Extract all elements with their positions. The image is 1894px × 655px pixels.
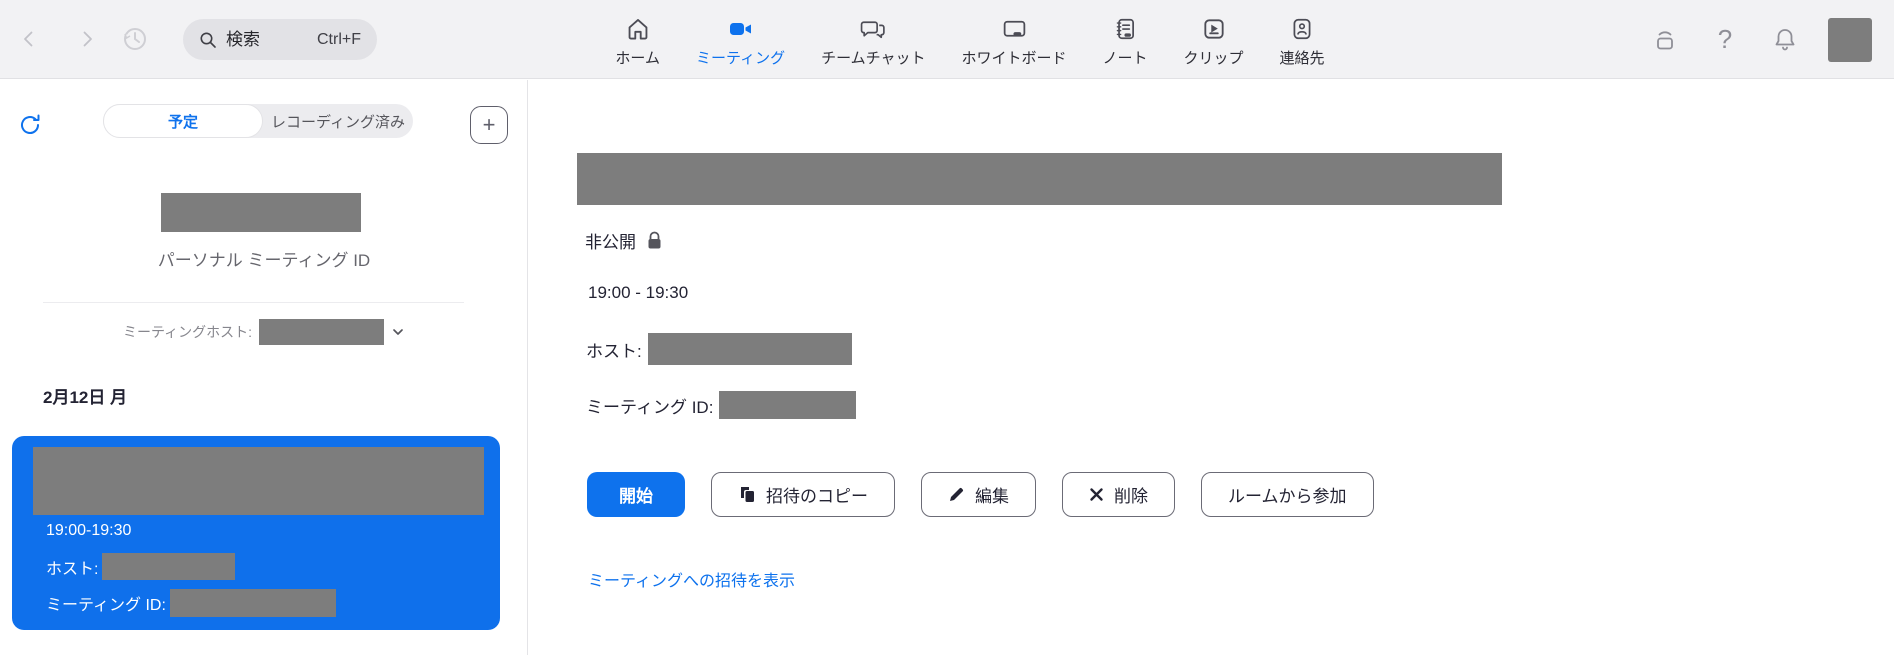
tab-clips-label: クリップ <box>1184 47 1244 68</box>
show-meeting-invitation-link[interactable]: ミーティングへの招待を表示 <box>588 567 795 591</box>
redacted-meeting-id <box>719 391 856 419</box>
top-bar: Ctrl+F ホーム ミーティング <box>0 0 1894 79</box>
lock-icon <box>646 231 663 250</box>
chevron-right-icon <box>77 29 97 49</box>
meeting-card-time: 19:00-19:30 <box>46 522 131 540</box>
chevron-left-icon <box>19 29 39 49</box>
divider <box>43 302 464 303</box>
tab-notes-label: ノート <box>1103 47 1148 68</box>
help-button[interactable]: ? <box>1708 23 1742 57</box>
meetings-sidebar: 予定 レコーディング済み + パーソナル ミーティング ID ミーティングホスト… <box>0 80 528 655</box>
tab-contacts[interactable]: 連絡先 <box>1280 0 1325 68</box>
start-button[interactable]: 開始 <box>587 472 685 517</box>
tab-team-chat[interactable]: チームチャット <box>821 0 925 68</box>
help-icon: ? <box>1718 24 1732 55</box>
start-button-label: 開始 <box>619 482 653 507</box>
search-input[interactable] <box>226 30 296 50</box>
meeting-id-label: ミーティング ID: <box>586 393 713 418</box>
redacted-meeting-id <box>170 589 336 617</box>
back-button[interactable] <box>14 24 44 54</box>
video-icon <box>727 15 755 43</box>
privacy-label: 非公開 <box>585 228 636 253</box>
join-from-room-button[interactable]: ルームから参加 <box>1201 472 1374 517</box>
history-button[interactable] <box>118 22 152 56</box>
redacted-meeting-title <box>33 447 484 515</box>
clips-icon <box>1201 15 1227 43</box>
personal-meeting-id-label: パーソナル ミーティング ID <box>0 246 528 271</box>
refresh-button[interactable] <box>14 109 46 141</box>
tab-meetings[interactable]: ミーティング <box>696 0 785 68</box>
x-icon <box>1089 487 1104 502</box>
meeting-actions: 開始 招待のコピー 編集 削除 ルームから参加 <box>587 472 1374 517</box>
meeting-card-id-label: ミーティング ID: <box>46 591 166 615</box>
notifications-button[interactable] <box>1768 23 1802 57</box>
bell-icon <box>1770 25 1800 55</box>
meeting-card-host-label: ホスト: <box>46 555 98 579</box>
home-icon <box>625 15 651 43</box>
refresh-icon <box>17 112 43 138</box>
host-label: ホスト: <box>586 337 642 362</box>
edit-button[interactable]: 編集 <box>921 472 1036 517</box>
redacted-meeting-title <box>577 153 1502 205</box>
meeting-host-label: ミーティングホスト: <box>123 322 252 342</box>
sidebar-tabs: 予定 レコーディング済み <box>103 104 413 138</box>
cast-icon <box>1650 25 1680 55</box>
contacts-icon <box>1289 15 1315 43</box>
redacted-personal-meeting-id[interactable] <box>161 193 361 232</box>
redacted-host-name <box>259 319 384 345</box>
whiteboard-icon <box>1001 15 1028 43</box>
forward-button[interactable] <box>72 24 102 54</box>
history-icon <box>120 24 150 54</box>
chat-icon <box>860 15 887 43</box>
tab-whiteboard-label: ホワイトボード <box>962 47 1067 68</box>
tab-upcoming[interactable]: 予定 <box>103 104 263 138</box>
pencil-icon <box>948 486 965 503</box>
tab-meetings-label: ミーティング <box>696 47 785 68</box>
tab-whiteboard[interactable]: ホワイトボード <box>962 0 1067 68</box>
tab-clips[interactable]: クリップ <box>1184 0 1244 68</box>
date-header: 2月12日 月 <box>43 383 127 408</box>
copy-invitation-button[interactable]: 招待のコピー <box>711 472 895 517</box>
tab-recorded[interactable]: レコーディング済み <box>263 104 413 138</box>
main-nav: ホーム ミーティング チームチャット <box>540 0 1400 79</box>
tab-home[interactable]: ホーム <box>615 0 660 68</box>
copy-invitation-label: 招待のコピー <box>766 482 868 507</box>
edit-button-label: 編集 <box>975 482 1009 507</box>
delete-button-label: 削除 <box>1114 482 1148 507</box>
tab-contacts-label: 連絡先 <box>1280 47 1325 68</box>
meeting-time-range: 19:00 - 19:30 <box>588 283 688 303</box>
meeting-card[interactable]: 19:00-19:30 ホスト: ミーティング ID: <box>12 436 500 630</box>
tab-notes[interactable]: ノート <box>1103 0 1148 68</box>
tab-home-label: ホーム <box>615 47 660 68</box>
plus-icon: + <box>483 114 496 136</box>
search-icon <box>199 31 217 49</box>
chevron-down-icon <box>391 325 405 339</box>
connect-device-button[interactable] <box>1648 23 1682 57</box>
notes-icon <box>1112 15 1138 43</box>
redacted-host-name <box>102 553 235 580</box>
add-meeting-button[interactable]: + <box>470 106 508 144</box>
tab-team-chat-label: チームチャット <box>821 47 925 68</box>
search-shortcut: Ctrl+F <box>317 31 361 49</box>
search-box[interactable]: Ctrl+F <box>183 19 377 60</box>
meeting-host-filter[interactable]: ミーティングホスト: <box>0 318 528 345</box>
avatar[interactable] <box>1828 18 1872 62</box>
delete-button[interactable]: 削除 <box>1062 472 1175 517</box>
redacted-host-name <box>648 333 852 365</box>
join-from-room-label: ルームから参加 <box>1228 482 1347 507</box>
copy-icon <box>738 485 756 504</box>
meeting-detail-panel: 非公開 19:00 - 19:30 ホスト: ミーティング ID: 開始 招待の… <box>529 80 1894 655</box>
